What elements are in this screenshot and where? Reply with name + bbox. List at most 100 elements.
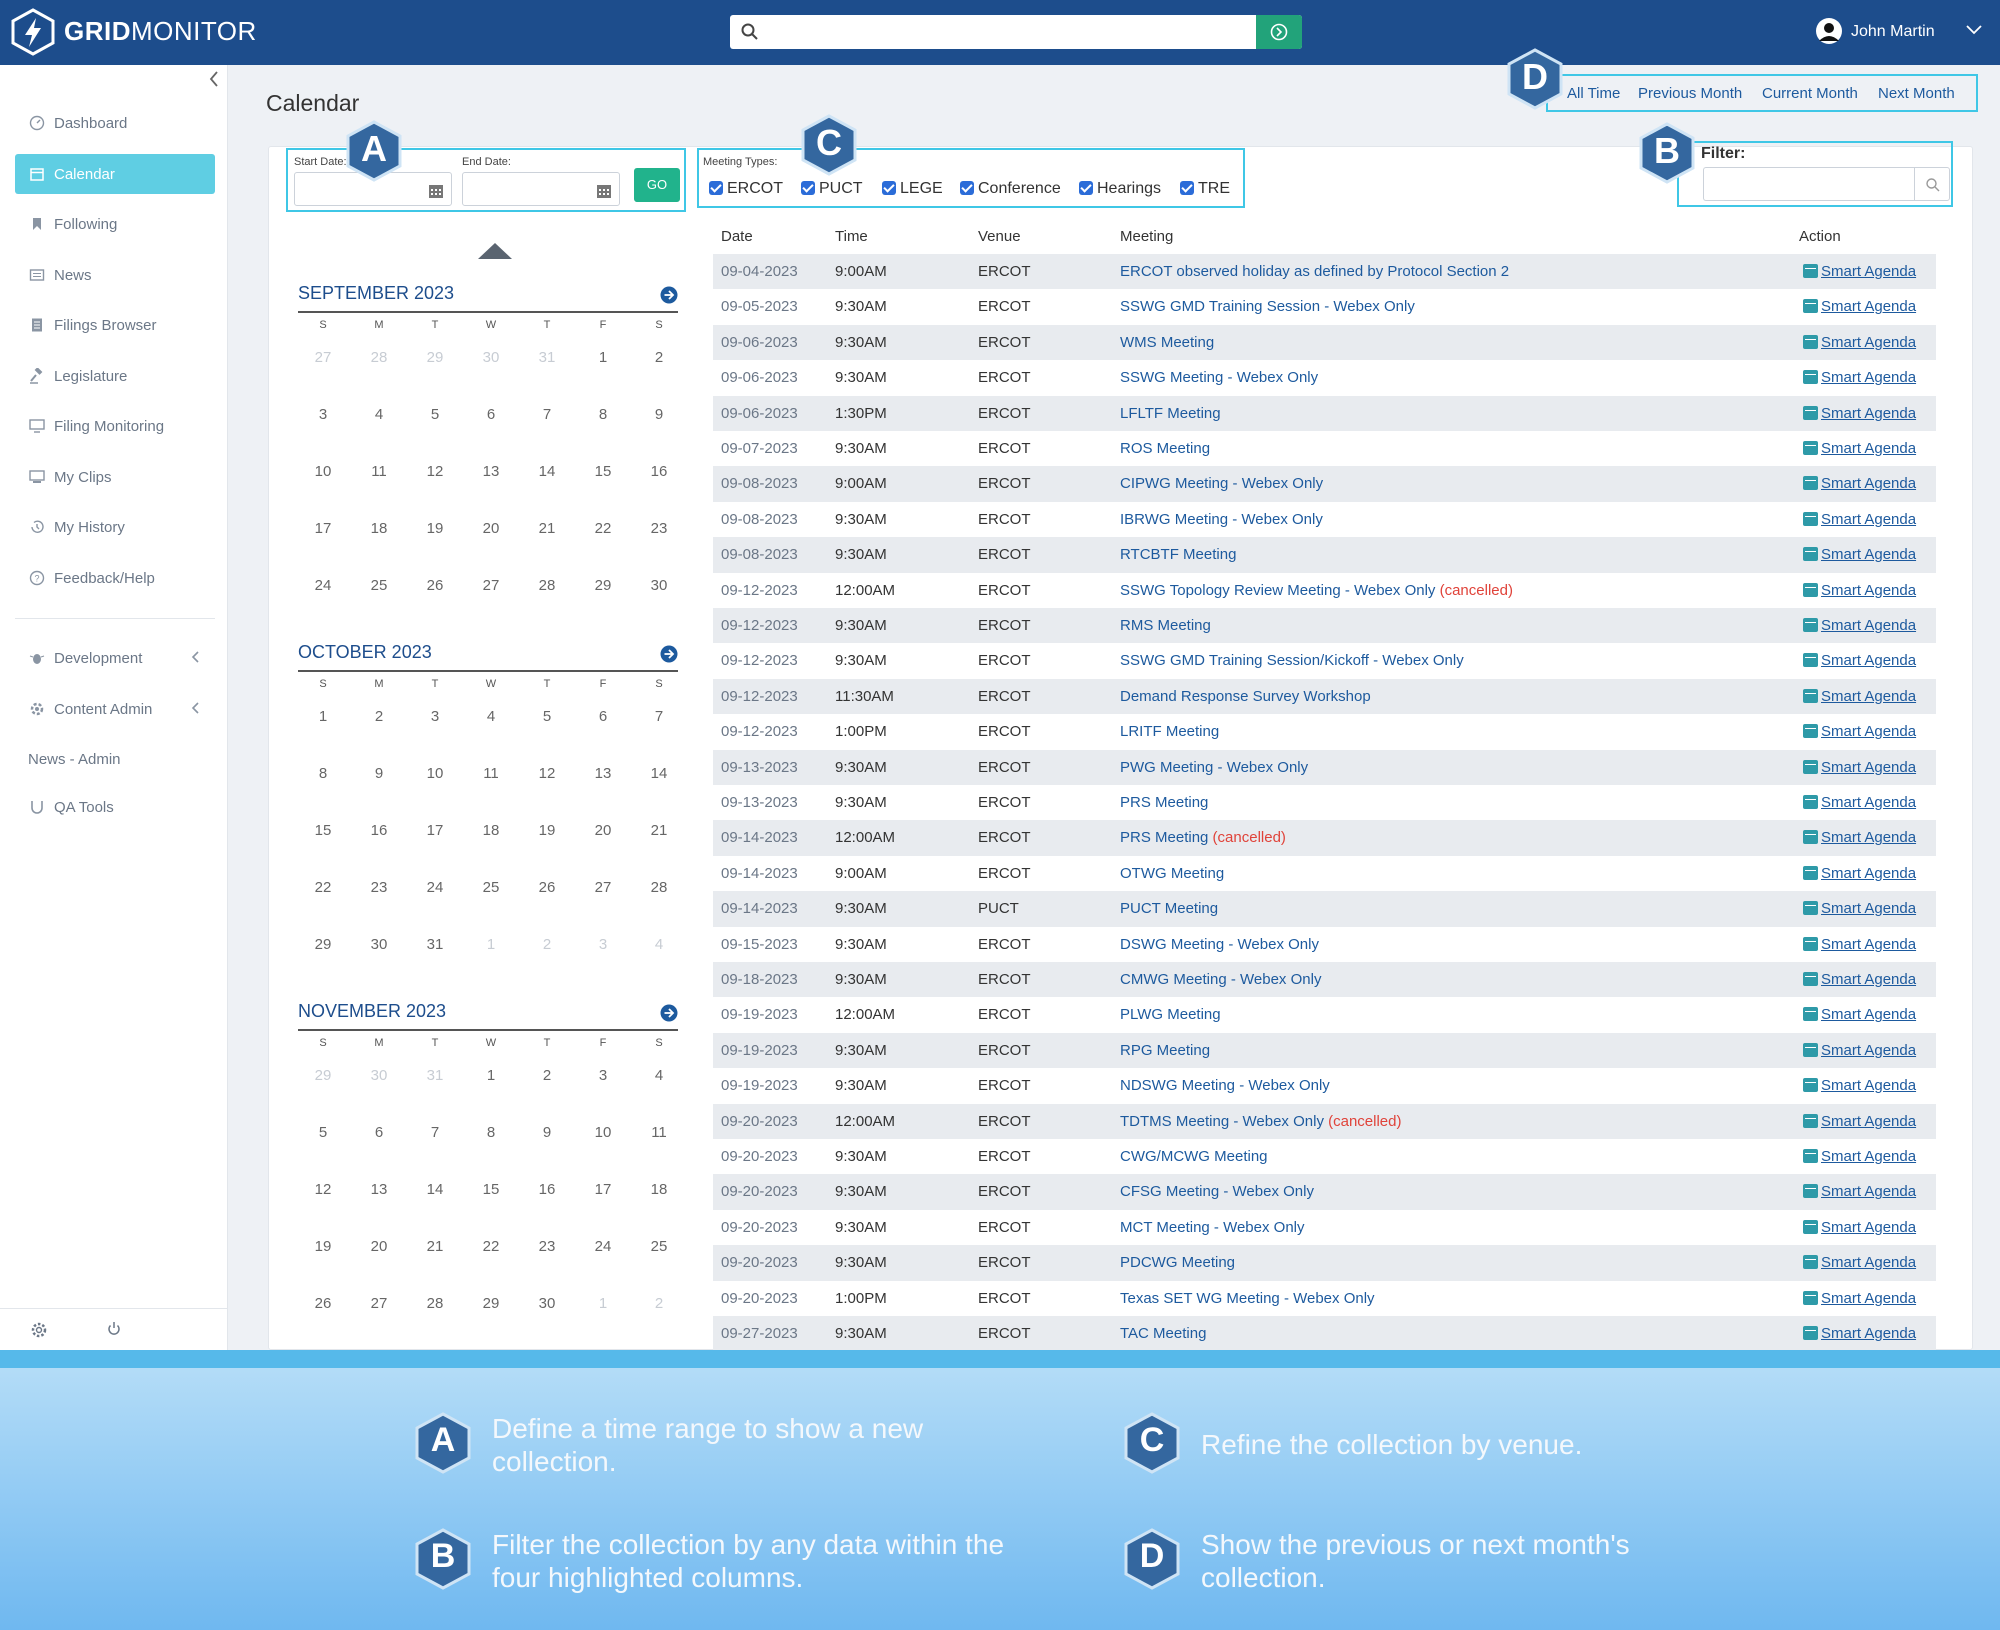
smart-agenda-link[interactable]: Smart Agenda <box>1803 1148 1916 1165</box>
calendar-day[interactable]: 14 <box>631 765 687 782</box>
smart-agenda-link[interactable]: Smart Agenda <box>1803 829 1916 846</box>
calendar-day[interactable]: 19 <box>295 1238 351 1255</box>
calendar-day[interactable]: 16 <box>631 463 687 480</box>
next-month-arrow-icon[interactable] <box>660 1004 678 1022</box>
filter-search-button[interactable] <box>1914 167 1950 201</box>
calendar-day[interactable]: 27 <box>463 577 519 594</box>
meeting-link[interactable]: SSWG GMD Training Session - Webex Only <box>1120 298 1415 315</box>
calendar-picker-icon[interactable] <box>596 183 612 199</box>
calendar-day[interactable]: 7 <box>407 1124 463 1141</box>
calendar-day[interactable]: 5 <box>519 708 575 725</box>
calendar-day[interactable]: 18 <box>463 822 519 839</box>
smart-agenda-link[interactable]: Smart Agenda <box>1803 263 1916 280</box>
smart-agenda-link[interactable]: Smart Agenda <box>1803 1325 1916 1342</box>
calendar-day[interactable]: 22 <box>463 1238 519 1255</box>
calendar-day[interactable]: 29 <box>407 349 463 366</box>
current-month-link[interactable]: Current Month <box>1762 85 1858 102</box>
calendar-day[interactable]: 19 <box>519 822 575 839</box>
smart-agenda-link[interactable]: Smart Agenda <box>1803 652 1916 669</box>
calendar-day[interactable]: 10 <box>575 1124 631 1141</box>
smart-agenda-link[interactable]: Smart Agenda <box>1803 369 1916 386</box>
collapse-sidebar-icon[interactable] <box>207 70 221 88</box>
calendar-day[interactable]: 12 <box>519 765 575 782</box>
meeting-link[interactable]: Texas SET WG Meeting - Webex Only <box>1120 1290 1375 1307</box>
calendar-day[interactable]: 30 <box>631 577 687 594</box>
meeting-link[interactable]: PRS Meeting <box>1120 829 1208 846</box>
meeting-link[interactable]: RPG Meeting <box>1120 1042 1210 1059</box>
calendar-day[interactable]: 8 <box>295 765 351 782</box>
calendar-day[interactable]: 1 <box>575 1295 631 1312</box>
smart-agenda-link[interactable]: Smart Agenda <box>1803 1183 1916 1200</box>
calendar-day[interactable]: 18 <box>631 1181 687 1198</box>
calendar-day[interactable]: 20 <box>351 1238 407 1255</box>
calendar-day[interactable]: 2 <box>631 1295 687 1312</box>
calendar-day[interactable]: 26 <box>295 1295 351 1312</box>
sidebar-item-development[interactable]: Development <box>15 638 215 678</box>
next-month-arrow-icon[interactable] <box>660 645 678 663</box>
calendar-day[interactable]: 8 <box>463 1124 519 1141</box>
meeting-link[interactable]: MCT Meeting - Webex Only <box>1120 1219 1305 1236</box>
calendar-day[interactable]: 28 <box>351 349 407 366</box>
meeting-link[interactable]: SSWG Meeting - Webex Only <box>1120 369 1318 386</box>
calendar-day[interactable]: 25 <box>351 577 407 594</box>
meeting-link[interactable]: SSWG GMD Training Session/Kickoff - Webe… <box>1120 652 1464 669</box>
smart-agenda-link[interactable]: Smart Agenda <box>1803 971 1916 988</box>
calendar-day[interactable]: 11 <box>463 765 519 782</box>
smart-agenda-link[interactable]: Smart Agenda <box>1803 1077 1916 1094</box>
smart-agenda-link[interactable]: Smart Agenda <box>1803 298 1916 315</box>
calendar-day[interactable]: 1 <box>463 1067 519 1084</box>
checkbox-lege[interactable]: LEGE <box>882 180 943 198</box>
smart-agenda-link[interactable]: Smart Agenda <box>1803 723 1916 740</box>
filter-input[interactable] <box>1703 167 1915 201</box>
calendar-day[interactable]: 1 <box>295 708 351 725</box>
calendar-day[interactable]: 7 <box>519 406 575 423</box>
meeting-link[interactable]: RMS Meeting <box>1120 617 1211 634</box>
calendar-day[interactable]: 28 <box>631 879 687 896</box>
sidebar-item-my-clips[interactable]: My Clips <box>15 457 215 497</box>
calendar-day[interactable]: 14 <box>519 463 575 480</box>
calendar-day[interactable]: 25 <box>631 1238 687 1255</box>
sidebar-item-legislature[interactable]: Legislature <box>15 356 215 396</box>
column-header-time[interactable]: Time <box>835 228 868 245</box>
calendar-day[interactable]: 16 <box>351 822 407 839</box>
next-month-link[interactable]: Next Month <box>1878 85 1955 102</box>
calendar-day[interactable]: 31 <box>519 349 575 366</box>
meeting-link[interactable]: NDSWG Meeting - Webex Only <box>1120 1077 1330 1094</box>
end-date-field[interactable] <box>462 172 620 206</box>
calendar-day[interactable]: 18 <box>351 520 407 537</box>
smart-agenda-link[interactable]: Smart Agenda <box>1803 1254 1916 1271</box>
calendar-day[interactable]: 30 <box>351 1067 407 1084</box>
calendar-day[interactable]: 26 <box>407 577 463 594</box>
calendar-day[interactable]: 31 <box>407 936 463 953</box>
calendar-day[interactable]: 30 <box>463 349 519 366</box>
sidebar-item-filings-browser[interactable]: Filings Browser <box>15 305 215 345</box>
smart-agenda-link[interactable]: Smart Agenda <box>1803 405 1916 422</box>
calendar-day[interactable]: 21 <box>631 822 687 839</box>
calendar-day[interactable]: 3 <box>575 936 631 953</box>
calendar-day[interactable]: 14 <box>407 1181 463 1198</box>
smart-agenda-link[interactable]: Smart Agenda <box>1803 865 1916 882</box>
calendar-day[interactable]: 6 <box>351 1124 407 1141</box>
sidebar-item-news[interactable]: News <box>15 255 215 295</box>
sidebar-item-following[interactable]: Following <box>15 204 215 244</box>
smart-agenda-link[interactable]: Smart Agenda <box>1803 900 1916 917</box>
smart-agenda-link[interactable]: Smart Agenda <box>1803 1113 1916 1130</box>
sidebar-item-my-history[interactable]: My History <box>15 507 215 547</box>
previous-month-link[interactable]: Previous Month <box>1638 85 1742 102</box>
calendar-day[interactable]: 5 <box>295 1124 351 1141</box>
calendar-day[interactable]: 29 <box>463 1295 519 1312</box>
smart-agenda-link[interactable]: Smart Agenda <box>1803 759 1916 776</box>
calendar-day[interactable]: 27 <box>351 1295 407 1312</box>
meeting-link[interactable]: CFSG Meeting - Webex Only <box>1120 1183 1314 1200</box>
meeting-link[interactable]: CWG/MCWG Meeting <box>1120 1148 1268 1165</box>
calendar-day[interactable]: 15 <box>295 822 351 839</box>
search-input[interactable] <box>766 19 1256 45</box>
meeting-link[interactable]: PLWG Meeting <box>1120 1006 1221 1023</box>
gridmonitor-logo-icon[interactable] <box>10 8 56 56</box>
smart-agenda-link[interactable]: Smart Agenda <box>1803 546 1916 563</box>
meeting-link[interactable]: ERCOT observed holiday as defined by Pro… <box>1120 263 1509 280</box>
calendar-day[interactable]: 17 <box>407 822 463 839</box>
meeting-link[interactable]: PRS Meeting <box>1120 794 1208 811</box>
calendar-day[interactable]: 3 <box>575 1067 631 1084</box>
meeting-link[interactable]: Demand Response Survey Workshop <box>1120 688 1371 705</box>
